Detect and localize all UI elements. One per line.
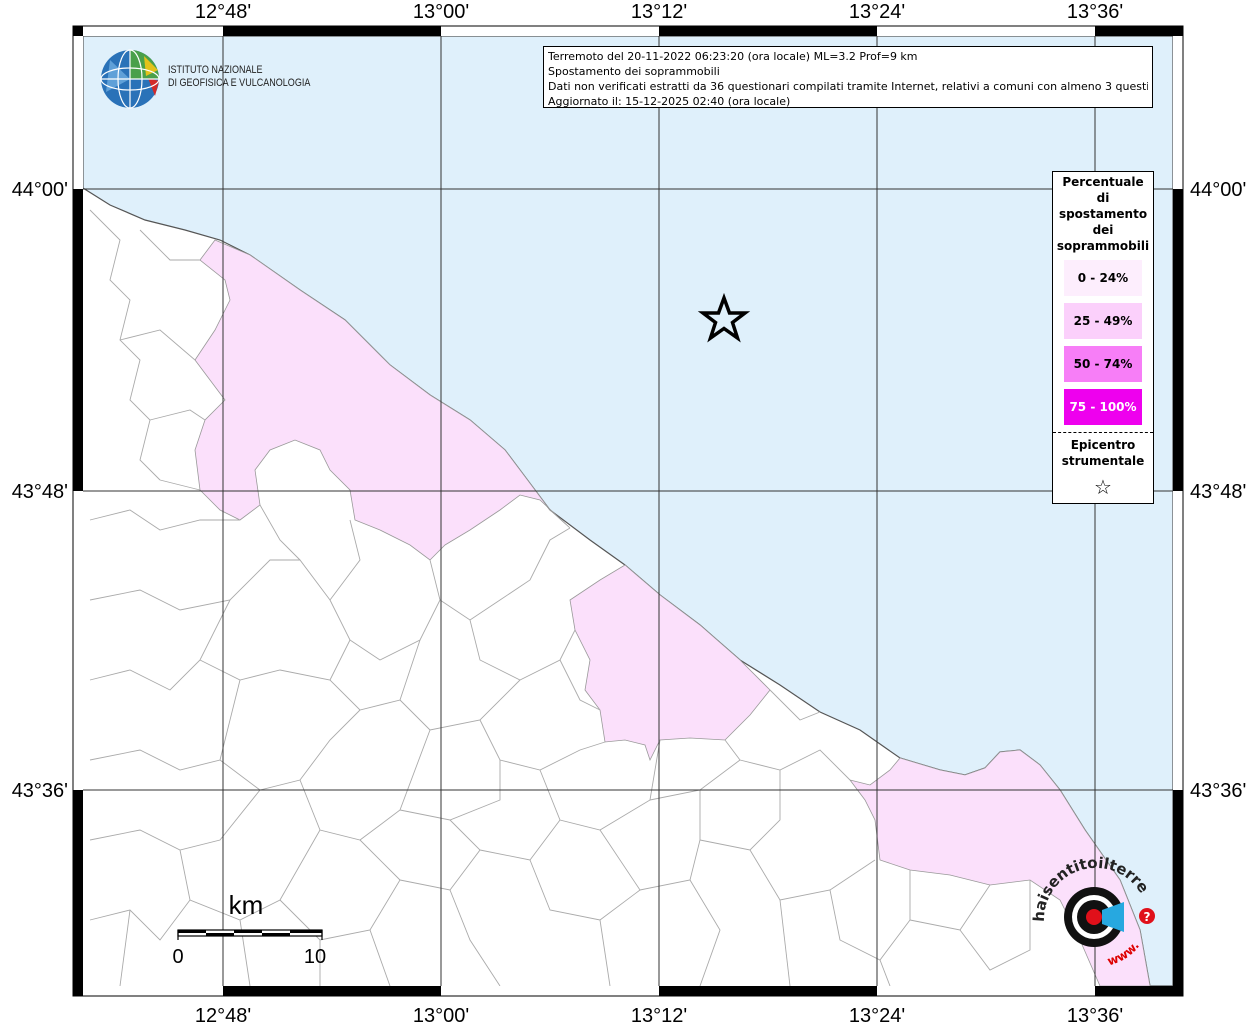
y-tick-left-3: 43°36'	[12, 780, 68, 802]
legend-epicenter-line-2: strumentale	[1061, 454, 1145, 468]
x-tick-top-3: 13°12'	[631, 1, 687, 23]
scale-bar: km 0 10	[172, 890, 326, 968]
ingv-logo: ISTITUTO NAZIONALE DI GEOFISICA E VULCAN…	[100, 48, 330, 110]
legend-title-line-1: Percentuale	[1062, 175, 1144, 189]
event-title: Terremoto del 20-11-2022 06:23:20 (ora l…	[548, 50, 918, 63]
map-parameter: Spostamento dei soprammobili	[548, 65, 720, 78]
x-tick-top-4: 13°24'	[849, 1, 905, 23]
ingv-logo-line-1: ISTITUTO NAZIONALE	[168, 64, 263, 76]
x-tick-bottom-4: 13°24'	[849, 1005, 905, 1024]
question-icon: ?	[1144, 910, 1151, 924]
svg-text:www.: www.	[1106, 939, 1142, 969]
legend-epicenter-line-1: Epicentro	[1070, 438, 1136, 452]
legend-star-icon: ☆	[1094, 475, 1112, 499]
haisentito-www-text: www.	[1106, 939, 1142, 969]
scale-end: 10	[304, 946, 326, 968]
scale-start: 0	[172, 946, 183, 968]
legend-title-line-4: dei	[1092, 223, 1114, 237]
ingv-logo-line-2: DI GEOFISICA E VULCANOLOGIA	[168, 77, 311, 89]
legend-swatch-75-100: 75 - 100%	[1064, 389, 1142, 425]
legend-separator	[1053, 432, 1153, 433]
x-tick-labels-bottom: 12°48' 13°00' 13°12' 13°24' 13°36'	[195, 1005, 1123, 1024]
x-tick-top-1: 12°48'	[195, 1, 251, 23]
event-info-box: Terremoto del 20-11-2022 06:23:20 (ora l…	[543, 46, 1153, 108]
x-tick-bottom-1: 12°48'	[195, 1005, 251, 1024]
y-tick-labels-right: 44°00' 43°48' 43°36'	[1190, 179, 1246, 802]
legend-epicenter-label: Epicentro strumentale	[1053, 437, 1153, 469]
legend-title-line-5: soprammobili	[1056, 239, 1150, 253]
data-note: Dati non verificati estratti da 36 quest…	[548, 80, 1148, 93]
ingv-globe-icon	[100, 49, 160, 109]
x-tick-top-5: 13°36'	[1067, 1, 1123, 23]
y-tick-right-3: 43°36'	[1190, 780, 1246, 802]
legend: Percentuale di spostamento dei soprammob…	[1052, 171, 1154, 504]
x-tick-top-2: 13°00'	[413, 1, 469, 23]
y-tick-left-2: 43°48'	[12, 481, 68, 503]
y-tick-right-1: 44°00'	[1190, 179, 1246, 201]
updated-timestamp: Aggiornato il: 15-12-2025 02:40 (ora loc…	[548, 95, 791, 108]
legend-title-line-2: di	[1096, 191, 1110, 205]
y-tick-left-1: 44°00'	[12, 179, 68, 201]
y-tick-labels-left: 44°00' 43°48' 43°36'	[12, 179, 68, 802]
legend-swatch-50-74: 50 - 74%	[1064, 346, 1142, 382]
x-tick-bottom-3: 13°12'	[631, 1005, 687, 1024]
legend-swatch-25-49: 25 - 49%	[1064, 303, 1142, 339]
y-tick-right-2: 43°48'	[1190, 481, 1246, 503]
haisentito-logo: haisentitoilterremoto.it www. ?	[1032, 852, 1155, 969]
x-tick-bottom-5: 13°36'	[1067, 1005, 1123, 1024]
legend-swatch-0-24: 0 - 24%	[1064, 260, 1142, 296]
legend-title-line-3: spostamento	[1058, 207, 1148, 221]
x-tick-labels-top: 12°48' 13°00' 13°12' 13°24' 13°36'	[195, 1, 1123, 23]
x-tick-bottom-2: 13°00'	[413, 1005, 469, 1024]
legend-title: Percentuale di spostamento dei soprammob…	[1053, 174, 1153, 254]
scale-unit: km	[229, 890, 264, 920]
